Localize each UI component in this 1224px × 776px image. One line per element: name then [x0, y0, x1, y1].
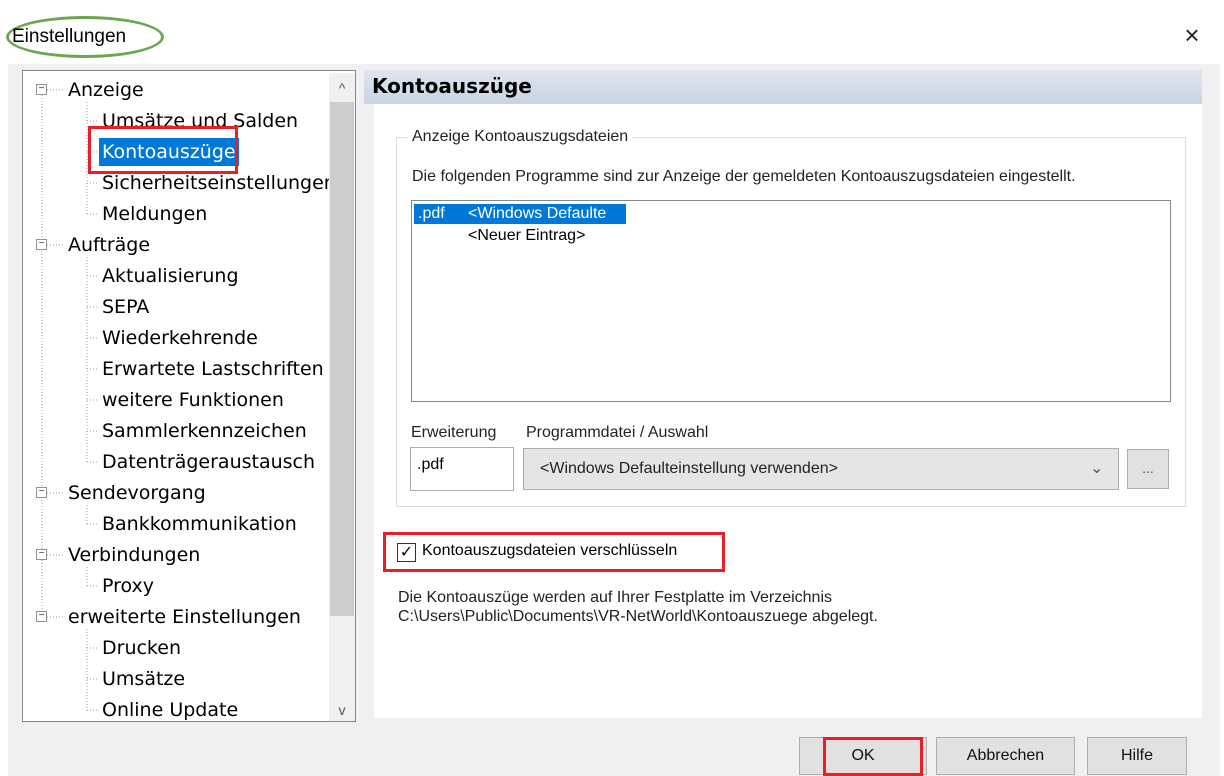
- tree-item-aktualisierung[interactable]: Aktualisierung: [99, 262, 242, 290]
- group-description: Die folgenden Programme sind zur Anzeige…: [412, 168, 1076, 185]
- tree-item-sammlerkennzeichen[interactable]: Sammlerkennzeichen: [99, 417, 310, 445]
- tree-group-sendevorgang[interactable]: Sendevorgang: [65, 479, 209, 507]
- tree-item-wiederkehrende[interactable]: Wiederkehrende: [99, 324, 261, 352]
- browse-button[interactable]: ...: [1127, 449, 1169, 489]
- tree-item-drucken[interactable]: Drucken: [99, 634, 184, 662]
- tree-group-auftraege[interactable]: Aufträge: [65, 231, 153, 259]
- list-item[interactable]: .pdf <Windows Defaulte: [414, 204, 626, 224]
- extension-input[interactable]: .pdf: [410, 447, 514, 491]
- highlight-box-encrypt: [383, 532, 725, 572]
- panel-title: Kontoauszüge: [372, 74, 532, 98]
- help-button[interactable]: Hilfe: [1087, 737, 1187, 775]
- window-title: Einstellungen: [12, 26, 127, 47]
- scroll-up-icon[interactable]: ^: [329, 76, 355, 100]
- tree-item-datentraeger[interactable]: Datenträgeraustausch: [99, 448, 318, 476]
- tree-scroll-thumb[interactable]: [330, 102, 354, 616]
- tree-group-anzeige[interactable]: Anzeige: [65, 76, 147, 104]
- tree-item-proxy[interactable]: Proxy: [99, 572, 157, 600]
- tree-item-meldungen[interactable]: Meldungen: [99, 200, 210, 228]
- expander-icon[interactable]: −: [36, 84, 47, 95]
- tree-item-lastschriften[interactable]: Erwartete Lastschriften: [99, 355, 327, 383]
- info-line-2: C:\Users\Public\Documents\VR-NetWorld\Ko…: [398, 608, 878, 625]
- tree-group-erweitert[interactable]: erweiterte Einstellungen: [65, 603, 304, 631]
- tree-item-bankkommunikation[interactable]: Bankkommunikation: [99, 510, 300, 538]
- expander-icon[interactable]: −: [36, 611, 47, 622]
- tree-item-online-update[interactable]: Online Update: [99, 696, 241, 721]
- expander-icon[interactable]: −: [36, 239, 47, 250]
- list-item[interactable]: <Neuer Eintrag>: [414, 226, 654, 246]
- expander-icon[interactable]: −: [36, 549, 47, 560]
- tree-item-umsaetze[interactable]: Umsätze: [99, 665, 188, 693]
- tree-item-sepa[interactable]: SEPA: [99, 293, 152, 321]
- close-icon[interactable]: ×: [1172, 20, 1212, 50]
- highlight-box-kontoauszuege: [88, 126, 238, 174]
- extension-label: Erweiterung: [411, 424, 497, 441]
- list-item-program: <Windows Defaulte: [468, 205, 607, 222]
- program-label: Programmdatei / Auswahl: [526, 424, 709, 441]
- info-text: Die Kontoauszüge werden auf Ihrer Festpl…: [398, 588, 878, 626]
- tree-group-verbindungen[interactable]: Verbindungen: [65, 541, 203, 569]
- chevron-down-icon[interactable]: ⌄: [1090, 458, 1103, 478]
- list-item-ext: .pdf: [418, 205, 445, 222]
- cancel-button[interactable]: Abbrechen: [936, 737, 1075, 775]
- highlight-box-ok: [823, 737, 923, 776]
- info-line-1: Die Kontoauszüge werden auf Ihrer Festpl…: [398, 589, 833, 606]
- list-item-program: <Neuer Eintrag>: [468, 227, 586, 244]
- program-listbox[interactable]: .pdf <Windows Defaulte <Neuer Eintrag>: [411, 200, 1171, 402]
- tree-item-weitere-funktionen[interactable]: weitere Funktionen: [99, 386, 287, 414]
- scroll-down-icon[interactable]: v: [329, 698, 355, 722]
- program-select[interactable]: <Windows Defaulteinstellung verwenden>: [523, 448, 1119, 490]
- group-label: Anzeige Kontoauszugsdateien: [408, 128, 633, 146]
- expander-icon[interactable]: −: [36, 487, 47, 498]
- title-bar: Einstellungen ×: [0, 0, 1224, 64]
